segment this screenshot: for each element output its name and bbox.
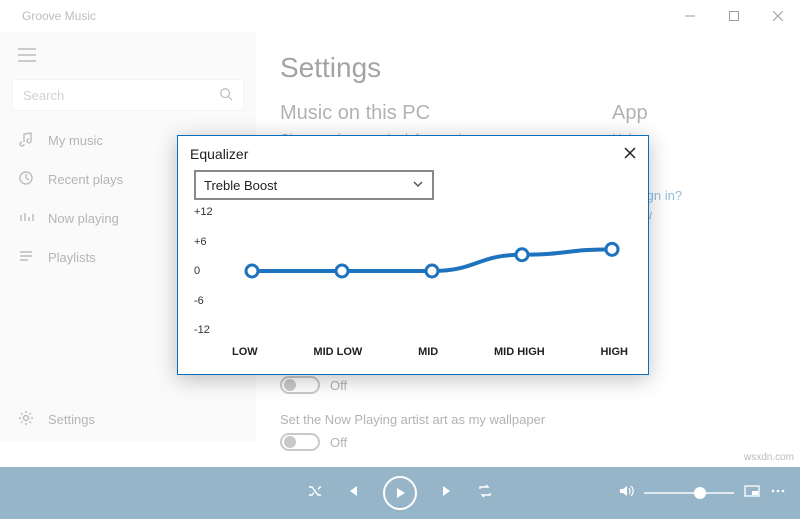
miniplayer-button[interactable] [744, 483, 760, 504]
play-button[interactable] [383, 476, 417, 510]
player-bar [0, 467, 800, 519]
xtick: LOW [232, 346, 258, 358]
ytick: 0 [194, 265, 224, 277]
ytick: -6 [194, 295, 224, 307]
ytick: +12 [194, 206, 224, 218]
eq-handle[interactable] [516, 249, 528, 261]
equalizer-dialog: Equalizer Treble Boost +12 +6 0 -6 -12 LOW MI… [177, 135, 649, 375]
eq-handle[interactable] [246, 265, 258, 277]
preset-select[interactable]: Treble Boost [194, 170, 434, 200]
xtick: MID LOW [313, 346, 362, 358]
xtick: MID [418, 346, 438, 358]
watermark: wsxdn.com [744, 452, 794, 463]
xtick: MID HIGH [494, 346, 545, 358]
ytick: +6 [194, 236, 224, 248]
next-button[interactable] [439, 483, 455, 504]
previous-button[interactable] [345, 483, 361, 504]
chevron-down-icon [412, 178, 424, 193]
shuffle-button[interactable] [307, 483, 323, 504]
eq-handle[interactable] [336, 265, 348, 277]
xtick: HIGH [600, 346, 628, 358]
eq-handle[interactable] [426, 265, 438, 277]
equalizer-chart: +12 +6 0 -6 -12 LOW MID LOW MID MID HIGH HIGH [194, 206, 632, 366]
dialog-title: Equalizer [190, 146, 248, 162]
ytick: -12 [194, 324, 224, 336]
volume-icon[interactable] [618, 483, 634, 504]
more-button[interactable] [770, 483, 786, 504]
eq-handle[interactable] [606, 243, 618, 255]
volume-slider[interactable] [644, 492, 734, 494]
close-icon[interactable] [624, 146, 636, 162]
volume-thumb[interactable] [694, 487, 706, 499]
preset-value: Treble Boost [204, 178, 277, 193]
repeat-button[interactable] [477, 483, 493, 504]
